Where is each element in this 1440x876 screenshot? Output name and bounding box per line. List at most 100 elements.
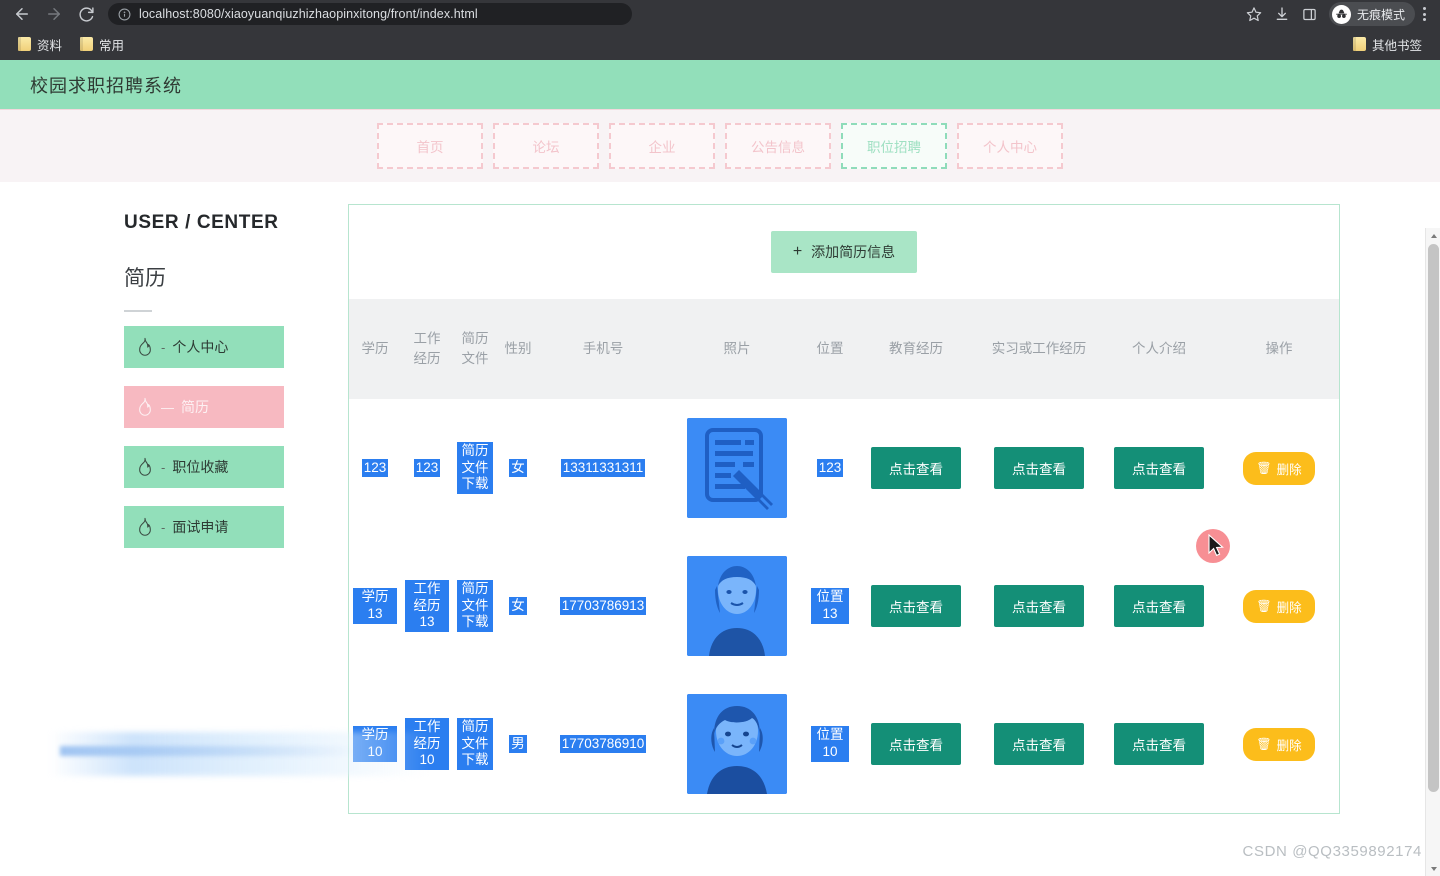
cell-value: 123 — [816, 458, 844, 478]
content-wrapper: USER / CENTER 简历 - 个人中心 — 简历 - 职位收藏 - 面试… — [0, 182, 1440, 814]
cell-education-history: 点击查看 — [853, 537, 979, 675]
nav-label: 公告信息 — [751, 140, 805, 155]
resume-file-link[interactable]: 简历文件下载 — [457, 441, 493, 495]
view-internship-button[interactable]: 点击查看 — [994, 723, 1084, 765]
column-header-resume-file[interactable]: 简历文件 — [453, 299, 497, 399]
cell-value: 男 — [509, 734, 527, 754]
sidebar-item-dash: - — [161, 519, 166, 535]
cell-actions: 🗑 删除 — [1219, 675, 1339, 813]
view-internship-button[interactable]: 点击查看 — [994, 585, 1084, 627]
portrait-female-image[interactable] — [687, 556, 787, 656]
column-header-education-level[interactable]: 学历 — [349, 299, 401, 399]
column-header-self-intro[interactable]: 个人介绍 — [1099, 299, 1219, 399]
cell-gender: 男 — [497, 675, 539, 813]
delete-button[interactable]: 🗑 删除 — [1243, 451, 1315, 485]
bookmark-star-icon[interactable] — [1241, 1, 1267, 27]
nav-label: 职位招聘 — [867, 140, 921, 155]
incognito-label: 无痕模式 — [1356, 7, 1405, 22]
nav-item-home[interactable]: 首页 — [377, 123, 483, 169]
cell-value: 123 — [361, 458, 389, 478]
column-header-education-history[interactable]: 教育经历 — [853, 299, 979, 399]
cell-value: 学历10 — [353, 726, 397, 762]
resume-file-link[interactable]: 简历文件下载 — [457, 579, 493, 633]
watermark: CSDN @QQ3359892174 — [1242, 843, 1422, 860]
view-education-button[interactable]: 点击查看 — [871, 447, 961, 489]
address-bar[interactable]: localhost:8080/xiaoyuanqiuzhizhaopinxito… — [108, 3, 632, 25]
incognito-icon — [1331, 4, 1351, 24]
nav-item-user-center[interactable]: 个人中心 — [957, 123, 1063, 169]
cell-gender: 女 — [497, 537, 539, 675]
delete-button[interactable]: 🗑 删除 — [1243, 589, 1315, 623]
cell-phone: 13311331311 — [539, 399, 667, 537]
address-bar-url: localhost:8080/xiaoyuanqiuzhizhaopinxito… — [139, 7, 478, 21]
cell-value: 学历13 — [353, 588, 397, 624]
cell-photo — [667, 399, 807, 537]
other-bookmarks-group: 其他书签 — [1345, 32, 1430, 57]
cell-value: 位置10 — [811, 726, 849, 762]
page-scrollbar[interactable] — [1425, 228, 1440, 876]
site-info-icon[interactable] — [118, 8, 131, 21]
view-education-button[interactable]: 点击查看 — [871, 585, 961, 627]
resume-file-link[interactable]: 简历文件下载 — [457, 717, 493, 771]
site-header: 校园求职招聘系统 — [0, 60, 1440, 110]
column-header-work-experience[interactable]: 工作经历 — [401, 299, 453, 399]
sidebar-item-dash: - — [161, 339, 166, 355]
column-header-actions[interactable]: 操作 — [1219, 299, 1339, 399]
sidebar-item-dash: — — [161, 399, 174, 415]
scrollbar-thumb[interactable] — [1428, 244, 1439, 792]
reload-icon[interactable] — [72, 0, 100, 28]
sidebar-item-interview-application[interactable]: - 面试申请 — [124, 506, 284, 548]
column-header-photo[interactable]: 照片 — [667, 299, 807, 399]
nav-item-job-recruitment[interactable]: 职位招聘 — [841, 123, 947, 169]
bookmark-item-ziliao[interactable]: 资料 — [10, 32, 70, 57]
kebab-menu-icon[interactable] — [1417, 7, 1432, 21]
cell-work-experience: 工作经历10 — [401, 675, 453, 813]
column-header-gender[interactable]: 性别 — [497, 299, 539, 399]
view-intro-button[interactable]: 点击查看 — [1114, 723, 1204, 765]
nav-item-company[interactable]: 企业 — [609, 123, 715, 169]
sidebar-item-personal-center[interactable]: - 个人中心 — [124, 326, 284, 368]
table-header: 学历 工作经历 简历文件 性别 手机号 照片 位置 教育经历 实习或工作经历 个… — [349, 299, 1339, 399]
column-header-location[interactable]: 位置 — [807, 299, 853, 399]
folder-icon — [1352, 37, 1366, 51]
bookmark-item-changyong[interactable]: 常用 — [72, 32, 132, 57]
portrait-child-image[interactable] — [687, 694, 787, 794]
document-pen-image[interactable] — [687, 418, 787, 518]
table-row: 学历10 工作经历10 简历文件下载 男 17703786910 位置10 点击… — [349, 675, 1339, 813]
sidebar-item-label: 简历 — [181, 399, 209, 415]
cell-photo — [667, 537, 807, 675]
sidebar-item-label: 面试申请 — [172, 519, 229, 535]
forward-arrow-icon[interactable] — [40, 0, 68, 28]
view-intro-button[interactable]: 点击查看 — [1114, 585, 1204, 627]
browser-toolbar: localhost:8080/xiaoyuanqiuzhizhaopinxito… — [0, 0, 1440, 28]
scrollbar-down-arrow-icon[interactable] — [1426, 861, 1440, 876]
cell-resume-file: 简历文件下载 — [453, 399, 497, 537]
bookmark-item-other[interactable]: 其他书签 — [1345, 32, 1430, 57]
trash-icon: 🗑 — [1256, 599, 1272, 613]
scrollbar-up-arrow-icon[interactable] — [1426, 228, 1440, 243]
cell-value: 13311331311 — [560, 458, 646, 478]
download-icon[interactable] — [1269, 1, 1295, 27]
page-content: 校园求职招聘系统 首页 论坛 企业 公告信息 职位招聘 个人中心 USER / … — [0, 60, 1440, 876]
cell-actions: 🗑 删除 — [1219, 537, 1339, 675]
side-panel-icon[interactable] — [1297, 1, 1323, 27]
cell-value: 工作经历10 — [405, 717, 449, 771]
view-internship-button[interactable]: 点击查看 — [994, 447, 1084, 489]
cell-photo — [667, 675, 807, 813]
view-education-button[interactable]: 点击查看 — [871, 723, 961, 765]
incognito-indicator[interactable]: 无痕模式 — [1328, 2, 1415, 26]
column-header-phone[interactable]: 手机号 — [539, 299, 667, 399]
sidebar-item-job-favorites[interactable]: - 职位收藏 — [124, 446, 284, 488]
view-intro-button[interactable]: 点击查看 — [1114, 447, 1204, 489]
nav-item-announcement[interactable]: 公告信息 — [725, 123, 831, 169]
add-resume-button[interactable]: + 添加简历信息 — [770, 231, 918, 273]
delete-button[interactable]: 🗑 删除 — [1243, 727, 1315, 761]
column-header-internship[interactable]: 实习或工作经历 — [979, 299, 1099, 399]
nav-item-forum[interactable]: 论坛 — [493, 123, 599, 169]
sidebar-item-resume[interactable]: — 简历 — [124, 386, 284, 428]
cell-education-history: 点击查看 — [853, 675, 979, 813]
cell-phone: 17703786910 — [539, 675, 667, 813]
back-arrow-icon[interactable] — [8, 0, 36, 28]
cell-value: 位置13 — [811, 588, 849, 624]
flame-icon — [139, 337, 151, 356]
